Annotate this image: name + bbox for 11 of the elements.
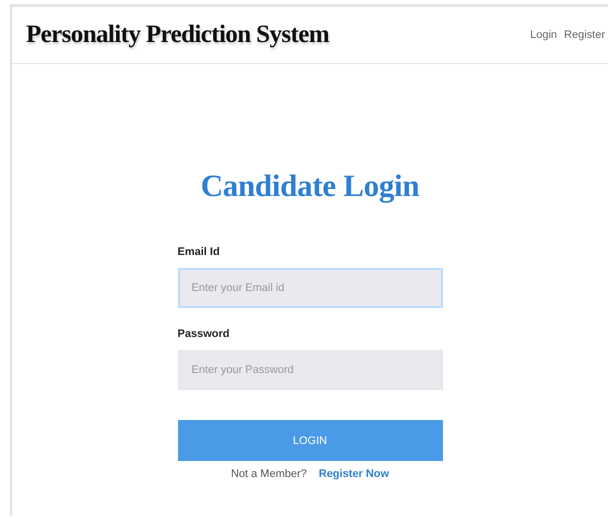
footer-text: Not a Member? bbox=[230, 468, 307, 480]
page-heading: Candidate Login bbox=[200, 168, 420, 204]
register-link[interactable]: Register Now bbox=[318, 468, 390, 480]
input-field[interactable]: Enter your Email id bbox=[178, 268, 442, 308]
nav-link[interactable]: Login bbox=[530, 29, 558, 41]
nav-link[interactable]: Register bbox=[564, 29, 605, 41]
site-title: Personality Prediction System bbox=[26, 21, 329, 49]
field-label: Password bbox=[178, 328, 230, 340]
field-label: Email Id bbox=[178, 246, 221, 258]
login-button[interactable]: LOGIN bbox=[178, 420, 442, 461]
input-field[interactable]: Enter your Password bbox=[178, 350, 442, 390]
